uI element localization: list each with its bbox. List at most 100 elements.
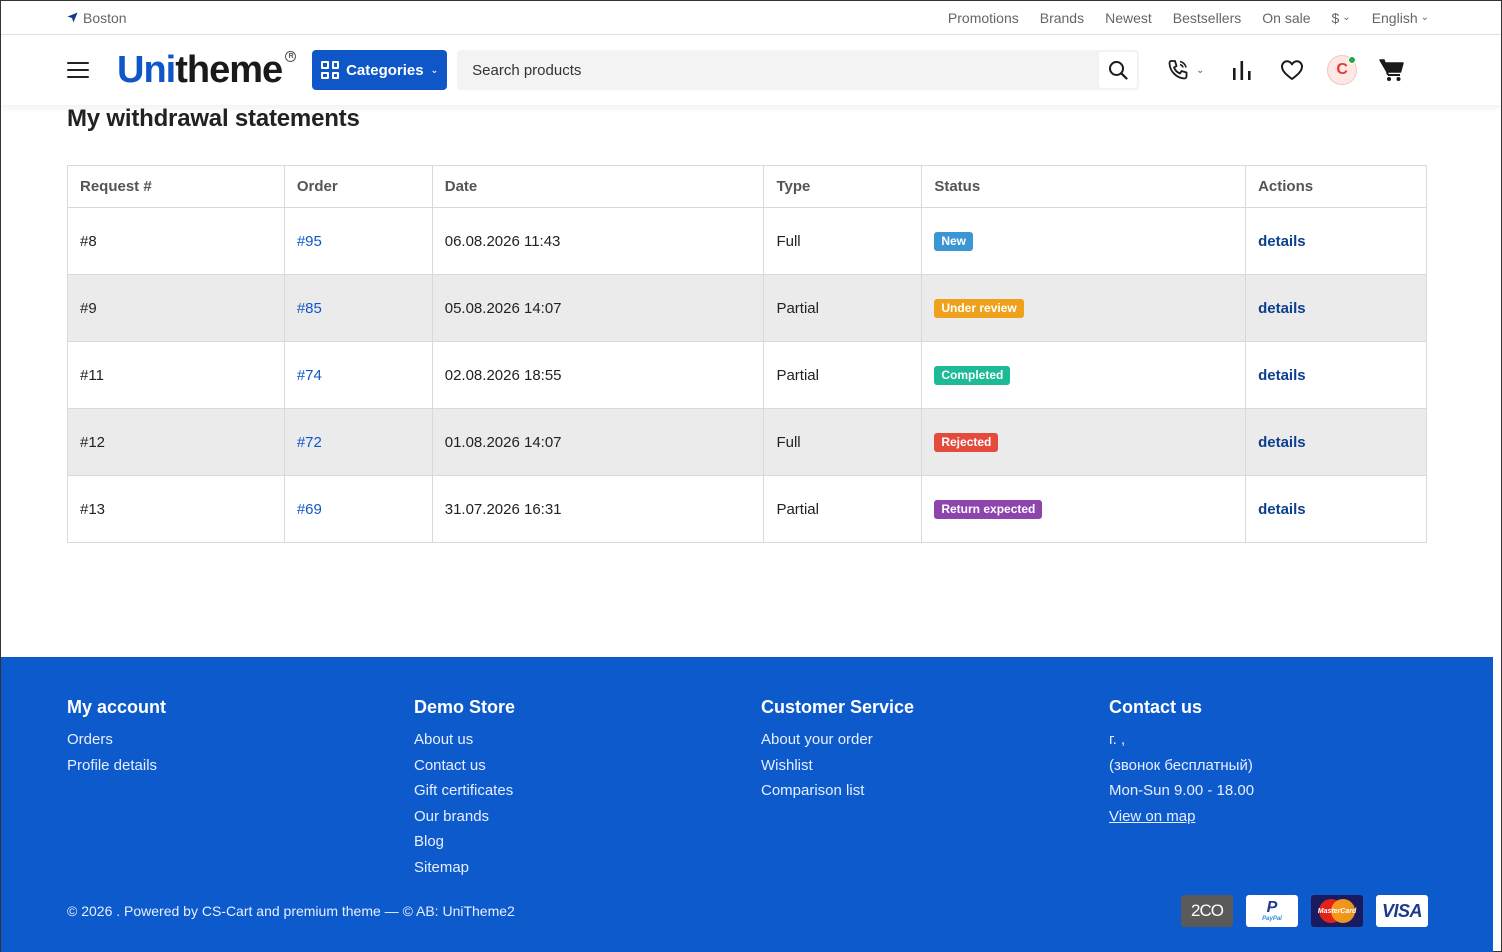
footer-customer-service: Customer Service About your order Wishli…: [761, 697, 914, 804]
link-bestsellers[interactable]: Bestsellers: [1173, 10, 1241, 26]
logo-part-theme: theme: [175, 49, 283, 91]
request-number: #11: [67, 341, 285, 409]
footer-link-our-brands[interactable]: Our brands: [414, 804, 515, 830]
footer-link-wishlist[interactable]: Wishlist: [761, 753, 914, 779]
footer-heading: Customer Service: [761, 697, 915, 717]
status-badge: Completed: [934, 365, 1011, 385]
search-input[interactable]: [457, 50, 1100, 90]
cart-icon: [1379, 59, 1404, 81]
footer-link-blog[interactable]: Blog: [414, 829, 515, 855]
table-row: #13 #69 31.07.2026 16:31 Partial Return …: [67, 475, 1427, 543]
table-row: #8 #95 06.08.2026 11:43 Full New details: [67, 207, 1427, 275]
column-header-actions: Actions: [1245, 165, 1427, 208]
header-icons: ⌄ C: [1161, 55, 1407, 85]
footer-link-gift-certificates[interactable]: Gift certificates: [414, 778, 515, 804]
request-type: Full: [763, 408, 923, 476]
footer-link-sitemap[interactable]: Sitemap: [414, 855, 515, 881]
table-row: #11 #74 02.08.2026 18:55 Partial Complet…: [67, 341, 1427, 409]
payment-methods: 2CO P PayPal MasterCard VISA: [1181, 895, 1428, 927]
request-number: #13: [67, 475, 285, 543]
location-arrow-icon: [67, 12, 78, 23]
paypal-p-glyph: P: [1266, 899, 1278, 916]
menu-icon[interactable]: [67, 62, 89, 78]
request-type: Partial: [763, 341, 923, 409]
footer-demo-store: Demo Store About us Contact us Gift cert…: [414, 697, 515, 880]
logo[interactable]: Unitheme R: [117, 49, 297, 91]
footer-link-about-us[interactable]: About us: [414, 727, 515, 753]
categories-button[interactable]: Categories ⌄: [312, 50, 448, 90]
details-link[interactable]: details: [1258, 434, 1306, 451]
order-link[interactable]: #85: [297, 300, 322, 317]
link-brands[interactable]: Brands: [1040, 10, 1084, 26]
search-button[interactable]: [1099, 52, 1138, 88]
request-date: 05.08.2026 14:07: [431, 274, 765, 342]
cart-button[interactable]: [1377, 58, 1407, 82]
online-status-dot: [1348, 56, 1357, 64]
order-link[interactable]: #69: [297, 501, 322, 518]
paypal-wordmark: PayPal: [1262, 916, 1282, 922]
view-on-map-link[interactable]: View on map: [1109, 804, 1254, 830]
order-link[interactable]: #72: [297, 434, 322, 451]
heart-icon: [1281, 60, 1304, 80]
column-header-date: Date: [431, 165, 765, 208]
details-link[interactable]: details: [1258, 300, 1306, 317]
2co-logo: 2CO: [1181, 895, 1233, 927]
categories-label: Categories: [346, 61, 424, 79]
wishlist-button[interactable]: [1277, 59, 1307, 81]
request-number: #12: [67, 408, 285, 476]
footer-my-account: My account Orders Profile details: [67, 697, 166, 778]
search-icon: [1109, 61, 1128, 80]
avatar-initial: C: [1336, 61, 1348, 78]
request-type: Full: [763, 207, 923, 275]
account-avatar[interactable]: C: [1327, 55, 1358, 85]
main-header: Unitheme R Categories ⌄ ⌄ C: [1, 35, 1501, 105]
column-header-type: Type: [763, 165, 923, 208]
phone-menu[interactable]: ⌄: [1161, 58, 1209, 82]
link-promotions[interactable]: Promotions: [948, 10, 1019, 26]
link-on-sale[interactable]: On sale: [1262, 10, 1310, 26]
footer-link-contact-us[interactable]: Contact us: [414, 753, 515, 779]
copyright: © 2026 . Powered by CS-Cart and premium …: [67, 903, 515, 919]
currency-selector[interactable]: $: [1332, 10, 1351, 26]
grid-icon: [321, 61, 340, 79]
column-header-status: Status: [921, 165, 1247, 208]
contact-phone-note: (звонок бесплатный): [1109, 756, 1253, 774]
location-selector[interactable]: Boston: [67, 10, 127, 26]
registered-icon: R: [285, 51, 297, 62]
footer-link-about-your-order[interactable]: About your order: [761, 727, 914, 753]
mastercard-logo: MasterCard: [1311, 895, 1363, 927]
request-type: Partial: [763, 274, 923, 342]
search-box: [457, 50, 1140, 90]
request-type: Partial: [763, 475, 923, 543]
request-date: 01.08.2026 14:07: [431, 408, 765, 476]
footer-heading: My account: [67, 697, 167, 717]
footer-link-comparison-list[interactable]: Comparison list: [761, 778, 914, 804]
status-badge: Rejected: [934, 432, 999, 452]
link-newest[interactable]: Newest: [1105, 10, 1152, 26]
footer-link-profile-details[interactable]: Profile details: [67, 753, 166, 779]
details-link[interactable]: details: [1258, 501, 1306, 518]
details-link[interactable]: details: [1258, 367, 1306, 384]
request-number: #9: [67, 274, 285, 342]
table-row: #9 #85 05.08.2026 14:07 Partial Under re…: [67, 274, 1427, 342]
footer-heading: Demo Store: [414, 697, 516, 717]
request-date: 02.08.2026 18:55: [431, 341, 765, 409]
column-header-order: Order: [283, 165, 433, 208]
table-header-row: Request # Order Date Type Status Actions: [67, 165, 1427, 208]
withdrawal-statements-table: Request # Order Date Type Status Actions…: [67, 165, 1427, 543]
request-date: 06.08.2026 11:43: [431, 207, 765, 275]
order-link[interactable]: #74: [297, 367, 322, 384]
table-row: #12 #72 01.08.2026 14:07 Full Rejected d…: [67, 408, 1427, 476]
top-links: Promotions Brands Newest Bestsellers On …: [948, 10, 1429, 26]
column-header-request: Request #: [67, 165, 285, 208]
chevron-down-icon: ⌄: [1195, 64, 1205, 76]
language-selector[interactable]: English: [1372, 10, 1429, 26]
footer-link-orders[interactable]: Orders: [67, 727, 166, 753]
order-link[interactable]: #95: [297, 233, 322, 250]
footer-contact: Contact us г. , (звонок бесплатный) Mon-…: [1109, 697, 1254, 829]
details-link[interactable]: details: [1258, 233, 1306, 250]
chevron-down-icon: ⌄: [430, 64, 439, 75]
contact-hours: Mon-Sun 9.00 - 18.00: [1109, 782, 1255, 799]
status-badge: Under review: [934, 298, 1024, 318]
comparison-button[interactable]: [1227, 59, 1257, 81]
